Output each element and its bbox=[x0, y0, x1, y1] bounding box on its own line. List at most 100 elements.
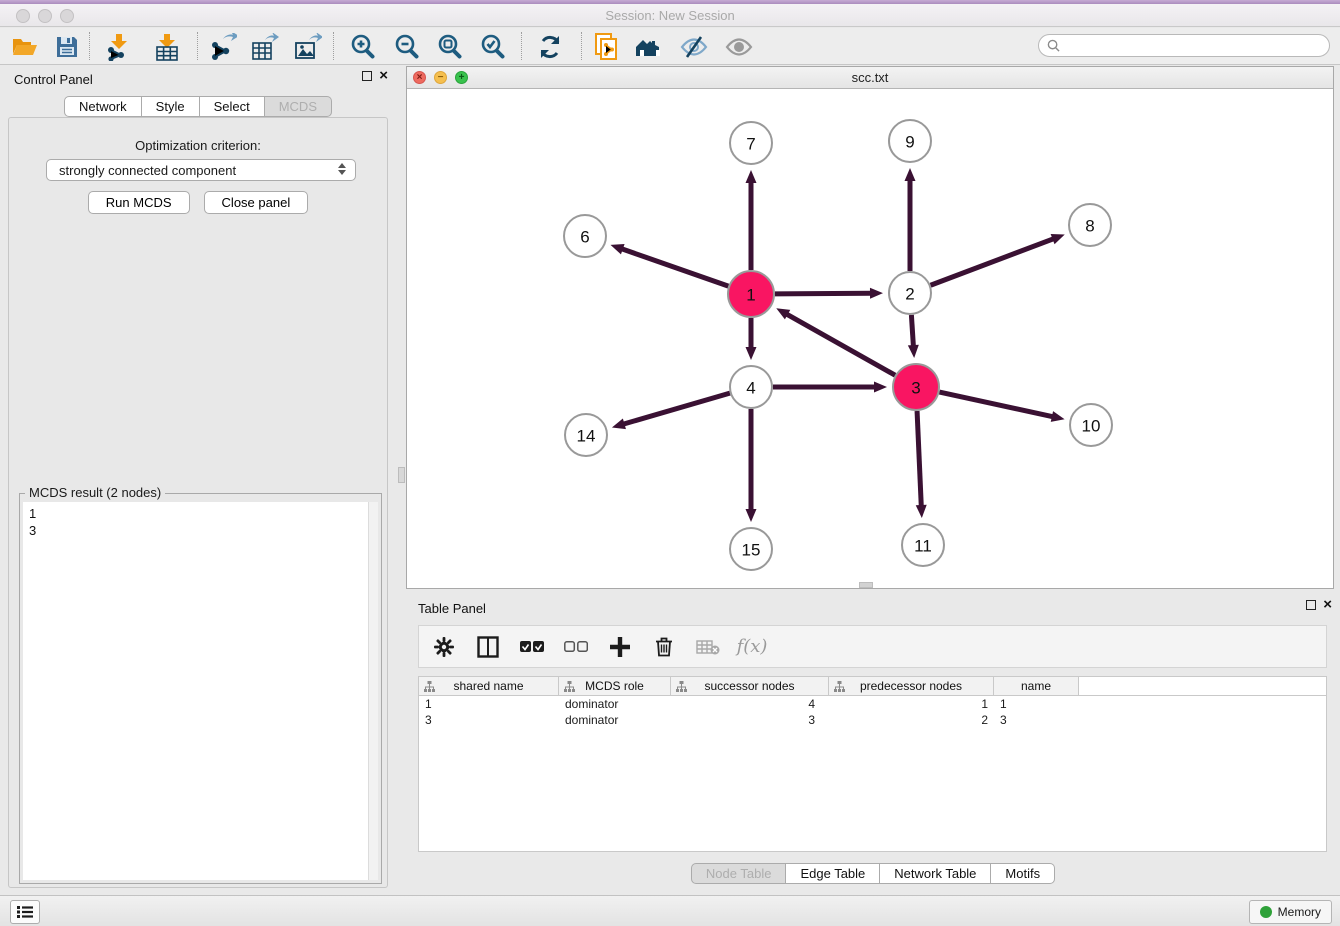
tab-mcds[interactable]: MCDS bbox=[265, 96, 332, 117]
svg-text:2: 2 bbox=[905, 285, 914, 304]
cell[interactable]: dominator bbox=[559, 696, 671, 712]
graph-node-3[interactable]: 3 bbox=[893, 364, 939, 410]
tab-edge-table[interactable]: Edge Table bbox=[786, 863, 880, 884]
svg-text:11: 11 bbox=[914, 537, 932, 556]
export-network-icon[interactable] bbox=[204, 31, 242, 62]
eye-slash-icon[interactable] bbox=[675, 31, 713, 62]
split-columns-icon[interactable] bbox=[473, 632, 503, 662]
column-header-name[interactable]: name bbox=[994, 677, 1079, 695]
graph-edge-4-14[interactable] bbox=[622, 393, 729, 424]
float-panel-icon[interactable] bbox=[362, 71, 372, 81]
cell[interactable]: 3 bbox=[994, 712, 1079, 728]
result-scrollbar[interactable] bbox=[368, 502, 378, 880]
save-icon[interactable] bbox=[48, 31, 86, 62]
mcds-result-text[interactable]: 1 3 bbox=[23, 502, 368, 880]
cell[interactable]: 2 bbox=[829, 712, 994, 728]
graph-edge-3-10[interactable] bbox=[939, 392, 1053, 417]
graph-node-8[interactable]: 8 bbox=[1069, 204, 1111, 246]
graph-edge-arrowhead bbox=[908, 345, 919, 358]
tab-motifs[interactable]: Motifs bbox=[991, 863, 1055, 884]
network-canvas[interactable]: 1 2 3 4 6 7 8 9 10 11 14 15 bbox=[407, 89, 1333, 588]
graph-edge-3-11[interactable] bbox=[917, 411, 921, 507]
graph-edge-1-2[interactable] bbox=[775, 293, 872, 294]
search-input[interactable] bbox=[1065, 39, 1321, 53]
cell[interactable]: dominator bbox=[559, 712, 671, 728]
refresh-icon[interactable] bbox=[531, 31, 569, 62]
graph-edge-3-1[interactable] bbox=[786, 314, 895, 376]
split-divider-handle[interactable] bbox=[398, 467, 405, 483]
cell[interactable]: 4 bbox=[671, 696, 829, 712]
graph-node-15[interactable]: 15 bbox=[730, 528, 772, 570]
graph-node-10[interactable]: 10 bbox=[1070, 404, 1112, 446]
search-field[interactable] bbox=[1038, 34, 1330, 57]
graph-node-6[interactable]: 6 bbox=[564, 215, 606, 257]
graph-edge-2-3[interactable] bbox=[911, 315, 913, 347]
houses-icon[interactable] bbox=[631, 31, 669, 62]
open-folder-icon[interactable] bbox=[6, 31, 44, 62]
graph-edge-2-8[interactable] bbox=[931, 238, 1055, 285]
column-header-shared-name[interactable]: shared name bbox=[419, 677, 559, 695]
tab-network-table[interactable]: Network Table bbox=[880, 863, 991, 884]
export-table-icon[interactable] bbox=[246, 31, 284, 62]
close-table-panel-icon[interactable]: × bbox=[1323, 600, 1332, 610]
cell[interactable]: 1 bbox=[419, 696, 559, 712]
duplicate-network-icon[interactable] bbox=[588, 31, 626, 62]
svg-text:14: 14 bbox=[577, 427, 596, 446]
zoom-fit-icon[interactable] bbox=[431, 31, 469, 62]
tab-node-table[interactable]: Node Table bbox=[691, 863, 787, 884]
run-mcds-button[interactable]: Run MCDS bbox=[88, 191, 190, 214]
close-panel-button[interactable]: Close panel bbox=[204, 191, 309, 214]
graph-node-1[interactable]: 1 bbox=[728, 271, 774, 317]
tab-style[interactable]: Style bbox=[142, 96, 200, 117]
column-header-successor-nodes[interactable]: successor nodes bbox=[671, 677, 829, 695]
frame-resize-grip[interactable] bbox=[859, 582, 873, 588]
table-row[interactable]: 1dominator411 bbox=[419, 696, 1326, 712]
cell[interactable]: 1 bbox=[829, 696, 994, 712]
cell[interactable]: 3 bbox=[419, 712, 559, 728]
zoom-selected-icon[interactable] bbox=[474, 31, 512, 62]
memory-button[interactable]: Memory bbox=[1249, 900, 1332, 924]
deselect-all-icon[interactable] bbox=[561, 632, 591, 662]
eye-icon[interactable] bbox=[720, 31, 758, 62]
export-image-icon[interactable] bbox=[289, 31, 327, 62]
memory-label: Memory bbox=[1278, 905, 1321, 919]
select-all-checked-icon[interactable] bbox=[517, 632, 547, 662]
cell[interactable]: 3 bbox=[671, 712, 829, 728]
graph-node-14[interactable]: 14 bbox=[565, 414, 607, 456]
table-row[interactable]: 3dominator323 bbox=[419, 712, 1326, 728]
zoom-in-icon[interactable] bbox=[344, 31, 382, 62]
network-frame-title: scc.txt bbox=[407, 70, 1333, 85]
tab-select[interactable]: Select bbox=[200, 96, 265, 117]
table-panel-title: Table Panel bbox=[418, 601, 486, 616]
add-column-icon[interactable] bbox=[605, 632, 635, 662]
graph-edge-1-6[interactable] bbox=[621, 249, 728, 287]
close-panel-icon[interactable]: × bbox=[379, 71, 388, 81]
task-history-button[interactable] bbox=[10, 900, 40, 924]
graph-node-2[interactable]: 2 bbox=[889, 272, 931, 314]
tab-network[interactable]: Network bbox=[64, 96, 142, 117]
graph-node-7[interactable]: 7 bbox=[730, 122, 772, 164]
graph-node-9[interactable]: 9 bbox=[889, 120, 931, 162]
import-table-icon[interactable] bbox=[148, 31, 186, 62]
zoom-out-icon[interactable] bbox=[388, 31, 426, 62]
table-panel: Table Panel × bbox=[406, 595, 1340, 890]
svg-text:6: 6 bbox=[580, 228, 589, 247]
graph-edge-arrowhead bbox=[916, 505, 927, 518]
graph-edge-arrowhead bbox=[612, 419, 626, 430]
gear-icon[interactable] bbox=[429, 632, 459, 662]
column-header-mcds-role[interactable]: MCDS role bbox=[559, 677, 671, 695]
float-table-panel-icon[interactable] bbox=[1306, 600, 1316, 610]
network-frame-titlebar[interactable]: × − + scc.txt bbox=[407, 67, 1333, 89]
chevron-updown-icon bbox=[338, 163, 346, 175]
cell[interactable]: 1 bbox=[994, 696, 1079, 712]
window-title: Session: New Session bbox=[0, 8, 1340, 23]
column-header-predecessor-nodes[interactable]: predecessor nodes bbox=[829, 677, 994, 695]
import-network-icon[interactable] bbox=[100, 31, 138, 62]
search-icon bbox=[1047, 39, 1060, 52]
graph-edge-arrowhead bbox=[905, 168, 916, 181]
graph-node-11[interactable]: 11 bbox=[902, 524, 944, 566]
graph-edge-arrowhead bbox=[1051, 411, 1065, 422]
graph-node-4[interactable]: 4 bbox=[730, 366, 772, 408]
trash-icon[interactable] bbox=[649, 632, 679, 662]
criterion-select[interactable]: strongly connected component bbox=[46, 159, 356, 181]
